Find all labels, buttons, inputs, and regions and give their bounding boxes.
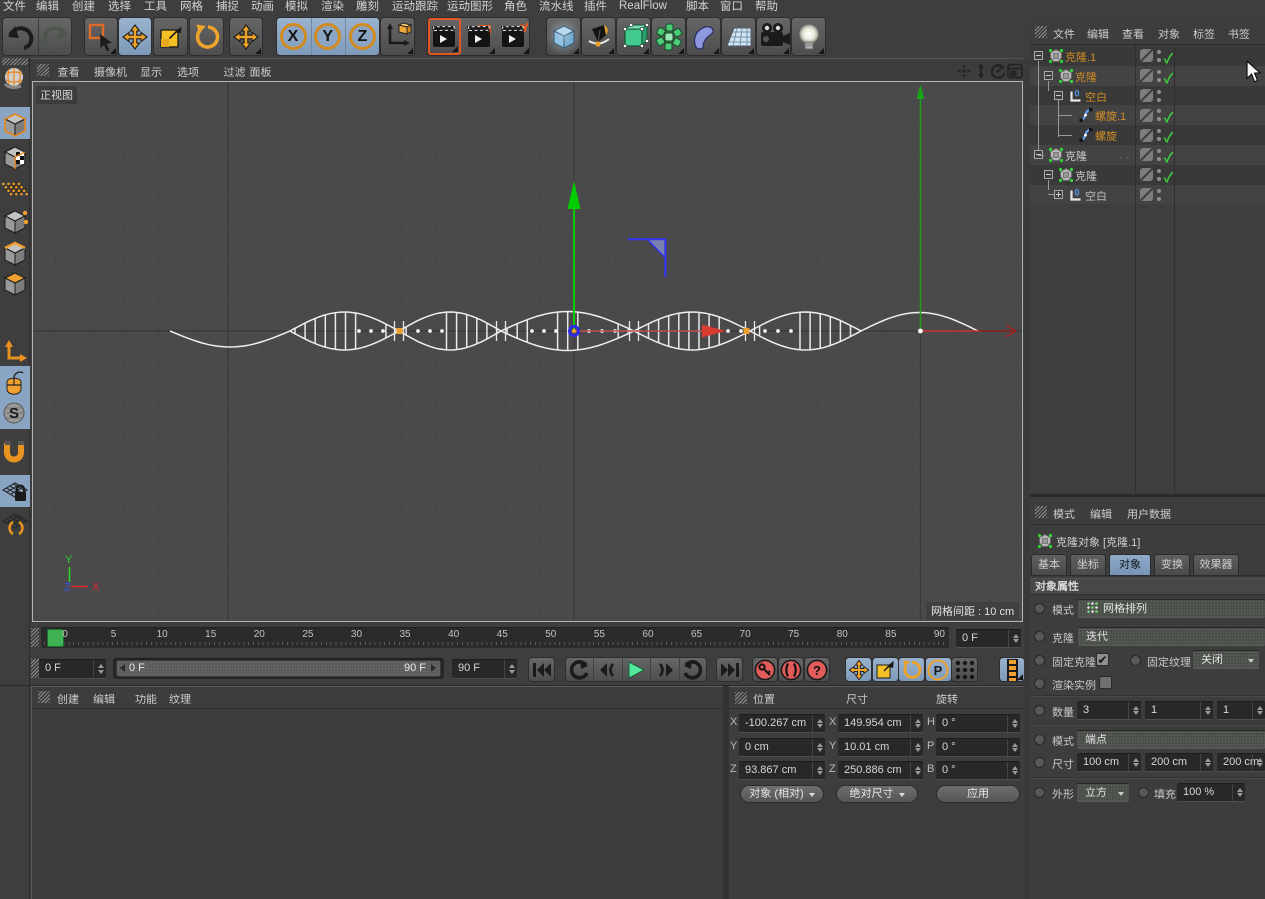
svg-text:Y: Y xyxy=(65,554,73,566)
svg-text:X: X xyxy=(92,582,100,594)
svg-text:Z: Z xyxy=(64,582,71,594)
svg-text:0: 0 xyxy=(1074,187,1079,197)
svg-text:S: S xyxy=(9,405,19,422)
svg-text:0: 0 xyxy=(1074,88,1079,98)
svg-text:P: P xyxy=(934,663,943,678)
svg-text:?: ? xyxy=(813,663,821,678)
